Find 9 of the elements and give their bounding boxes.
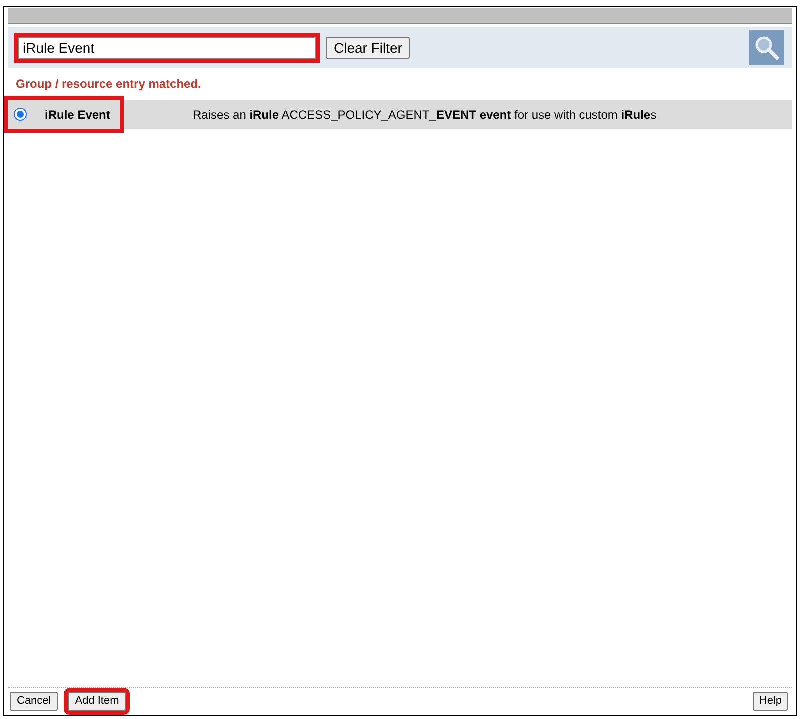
search-button[interactable] [749,30,784,65]
search-icon [754,34,780,60]
radio-button[interactable] [14,108,27,121]
footer-button[interactable]: Cancel [10,692,58,710]
result-description: Raises an iRule ACCESS_POLICY_AGENT_EVENT event for use with custom iRules [193,106,657,124]
result-name: iRule Event [45,106,110,124]
clear-filter-button[interactable]: Clear Filter [326,36,410,58]
match-message: Group / resource entry matched. [16,76,202,93]
help-button[interactable]: Help [753,692,788,710]
